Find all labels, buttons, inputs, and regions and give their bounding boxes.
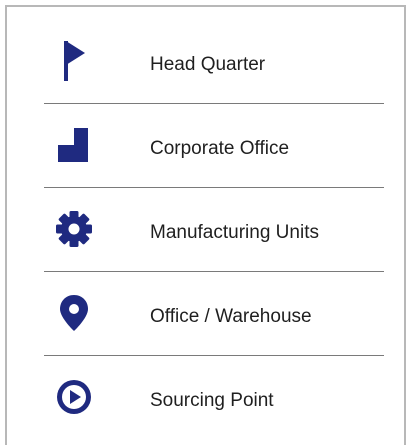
legend-item-manufacturing-units: Manufacturing Units	[44, 188, 384, 272]
legend-label: Corporate Office	[150, 137, 290, 159]
legend-label: Head Quarter	[150, 53, 266, 75]
legend-label: Sourcing Point	[150, 389, 274, 411]
legend-item-office-warehouse: Office / Warehouse	[44, 272, 384, 356]
legend-item-sourcing-point: Sourcing Point	[44, 356, 384, 439]
legend-label: Manufacturing Units	[150, 221, 319, 243]
building-block-icon	[54, 125, 94, 165]
legend-list: Head Quarter Corporate Office Manufactur…	[44, 20, 384, 439]
location-legend-panel: Head Quarter Corporate Office Manufactur…	[5, 5, 406, 445]
legend-label: Office / Warehouse	[150, 305, 312, 327]
map-pin-icon	[54, 293, 94, 333]
legend-item-head-quarter: Head Quarter	[44, 20, 384, 104]
flag-icon	[54, 41, 94, 81]
gear-icon	[54, 209, 94, 249]
play-circle-icon	[54, 377, 94, 417]
legend-item-corporate-office: Corporate Office	[44, 104, 384, 188]
